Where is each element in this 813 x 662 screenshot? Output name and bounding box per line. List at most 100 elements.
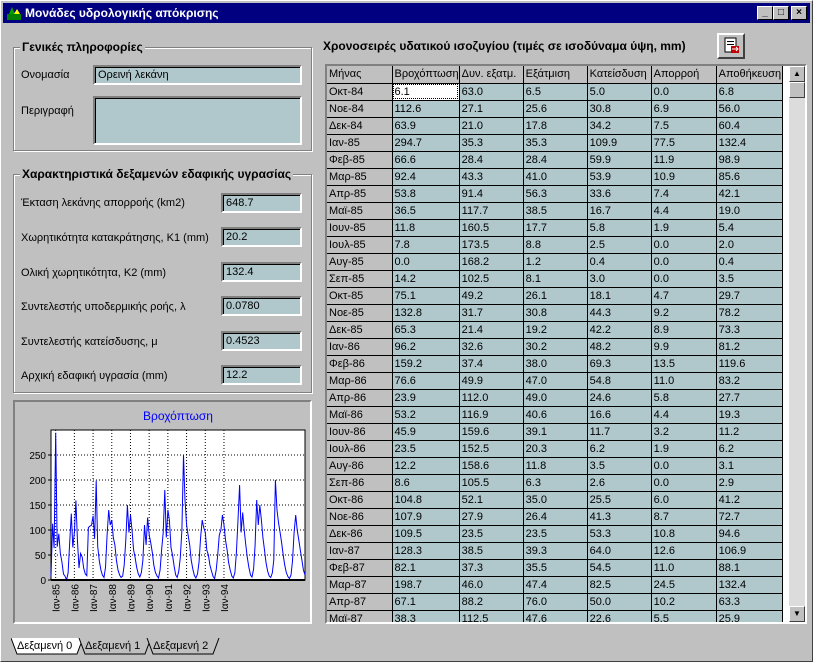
table-cell[interactable]: 91.4 <box>459 185 524 203</box>
table-row[interactable]: Νοε-86 107.9 27.9 26.4 41.3 8.7 72.7 <box>327 508 783 526</box>
table-cell[interactable]: 41.2 <box>716 491 783 509</box>
table-cell[interactable]: 83.2 <box>716 372 783 390</box>
table-row[interactable]: Σεπ-85 14.2 102.5 8.1 3.0 0.0 3.5 <box>327 270 783 288</box>
table-cell[interactable]: 112.6 <box>392 100 460 118</box>
col-header-evap[interactable]: Εξάτμιση <box>523 66 588 84</box>
table-cell[interactable]: 27.9 <box>459 508 524 526</box>
table-cell[interactable]: 45.9 <box>392 423 460 441</box>
row-header-cell[interactable]: Νοε-84 <box>327 100 393 118</box>
table-cell[interactable]: 38.3 <box>392 610 460 622</box>
row-header-cell[interactable]: Οκτ-86 <box>327 491 393 509</box>
table-cell[interactable]: 32.6 <box>459 338 524 356</box>
table-cell[interactable]: 43.3 <box>459 168 524 186</box>
table-row[interactable]: Φεβ-85 66.6 28.4 28.4 59.9 11.9 98.9 <box>327 151 783 169</box>
table-cell[interactable]: 26.1 <box>523 287 588 305</box>
table-cell[interactable]: 37.3 <box>459 559 524 577</box>
table-cell[interactable]: 35.3 <box>523 134 588 152</box>
table-cell[interactable]: 26.4 <box>523 508 588 526</box>
table-cell[interactable]: 66.6 <box>392 151 460 169</box>
table-cell[interactable]: 0.0 <box>651 474 717 492</box>
table-cell[interactable]: 132.4 <box>716 576 783 594</box>
row-header-cell[interactable]: Ιουν-85 <box>327 219 393 237</box>
table-cell[interactable]: 35.5 <box>523 559 588 577</box>
row-header-cell[interactable]: Νοε-86 <box>327 508 393 526</box>
table-cell[interactable]: 3.2 <box>651 423 717 441</box>
table-cell[interactable]: 36.5 <box>392 202 460 220</box>
table-cell[interactable]: 30.2 <box>523 338 588 356</box>
table-cell[interactable]: 47.4 <box>523 576 588 594</box>
table-cell[interactable]: 76.6 <box>392 372 460 390</box>
table-cell[interactable]: 2.9 <box>716 474 783 492</box>
table-cell[interactable]: 102.5 <box>459 270 524 288</box>
table-cell[interactable]: 198.7 <box>392 576 460 594</box>
table-row[interactable]: Απρ-87 67.1 88.2 76.0 50.0 10.2 63.3 <box>327 593 783 611</box>
table-cell[interactable]: 3.5 <box>716 270 783 288</box>
table-cell[interactable]: 94.6 <box>716 525 783 543</box>
param-field-k1[interactable]: 20.2 <box>221 227 302 247</box>
table-cell[interactable]: 56.0 <box>716 100 783 118</box>
table-cell[interactable]: 35.0 <box>523 491 588 509</box>
table-cell[interactable]: 37.4 <box>459 355 524 373</box>
table-row[interactable]: Μαρ-85 92.4 43.3 41.0 53.9 10.9 85.6 <box>327 168 783 186</box>
table-cell[interactable]: 6.2 <box>587 440 652 458</box>
table-row[interactable]: Ιαν-85 294.7 35.3 35.3 109.9 77.5 132.4 <box>327 134 783 152</box>
table-cell[interactable]: 41.0 <box>523 168 588 186</box>
table-row[interactable]: Φεβ-86 159.2 37.4 38.0 69.3 13.5 119.6 <box>327 355 783 373</box>
table-cell[interactable]: 38.0 <box>523 355 588 373</box>
maximize-button[interactable]: □ <box>773 6 789 20</box>
table-cell[interactable]: 11.2 <box>716 423 783 441</box>
table-cell[interactable]: 18.1 <box>587 287 652 305</box>
table-row[interactable]: Μαρ-86 76.6 49.9 47.0 54.8 11.0 83.2 <box>327 372 783 390</box>
table-cell[interactable]: 17.7 <box>523 219 588 237</box>
table-cell[interactable]: 19.0 <box>716 202 783 220</box>
table-row[interactable]: Ιαν-86 96.2 32.6 30.2 48.2 9.9 81.2 <box>327 338 783 356</box>
param-field-initial-moisture[interactable]: 12.2 <box>221 365 302 385</box>
table-cell[interactable]: 39.3 <box>523 542 588 560</box>
table-cell[interactable]: 10.9 <box>651 168 717 186</box>
row-header-cell[interactable]: Ιαν-86 <box>327 338 393 356</box>
table-cell[interactable]: 82.5 <box>587 576 652 594</box>
table-cell[interactable]: 6.9 <box>651 100 717 118</box>
row-header-cell[interactable]: Δεκ-86 <box>327 525 393 543</box>
row-header-cell[interactable]: Αυγ-85 <box>327 253 393 271</box>
table-cell[interactable]: 4.4 <box>651 406 717 424</box>
row-header-cell[interactable]: Μαϊ-86 <box>327 406 393 424</box>
table-cell[interactable]: 8.6 <box>392 474 460 492</box>
table-cell[interactable]: 119.6 <box>716 355 783 373</box>
table-row[interactable]: Μαϊ-86 53.2 116.9 40.6 16.6 4.4 19.3 <box>327 406 783 424</box>
table-cell[interactable]: 28.4 <box>459 151 524 169</box>
scroll-thumb[interactable] <box>789 82 805 98</box>
table-cell[interactable]: 152.5 <box>459 440 524 458</box>
table-row[interactable]: Οκτ-85 75.1 49.2 26.1 18.1 4.7 29.7 <box>327 287 783 305</box>
table-cell[interactable]: 158.6 <box>459 457 524 475</box>
table-cell[interactable]: 23.5 <box>523 525 588 543</box>
table-row[interactable]: Ιουλ-86 23.5 152.5 20.3 6.2 1.9 6.2 <box>327 440 783 458</box>
table-cell[interactable]: 1.9 <box>651 440 717 458</box>
table-cell[interactable]: 16.6 <box>587 406 652 424</box>
table-cell[interactable]: 88.1 <box>716 559 783 577</box>
table-row[interactable]: Δεκ-84 63.9 21.0 17.8 34.2 7.5 60.4 <box>327 117 783 135</box>
table-cell[interactable]: 6.5 <box>523 83 588 101</box>
table-row[interactable]: Αυγ-86 12.2 158.6 11.8 3.5 0.0 3.1 <box>327 457 783 475</box>
table-cell[interactable]: 128.3 <box>392 542 460 560</box>
table-cell[interactable]: 46.0 <box>459 576 524 594</box>
table-cell[interactable]: 160.5 <box>459 219 524 237</box>
table-cell[interactable]: 23.5 <box>392 440 460 458</box>
table-cell[interactable]: 5.5 <box>651 610 717 622</box>
table-cell[interactable]: 53.9 <box>587 168 652 186</box>
table-cell[interactable]: 59.9 <box>587 151 652 169</box>
table-cell[interactable]: 67.1 <box>392 593 460 611</box>
table-cell[interactable]: 19.3 <box>716 406 783 424</box>
table-cell[interactable]: 98.9 <box>716 151 783 169</box>
table-cell[interactable]: 109.5 <box>392 525 460 543</box>
table-cell[interactable]: 0.4 <box>716 253 783 271</box>
close-button[interactable]: × <box>791 6 807 20</box>
table-cell[interactable]: 53.8 <box>392 185 460 203</box>
name-field[interactable]: Ορεινή λεκάνη <box>93 65 302 85</box>
table-cell[interactable]: 21.0 <box>459 117 524 135</box>
tab-reservoir-0[interactable]: Δεξαμενή 0 <box>17 638 72 655</box>
param-field-k2[interactable]: 132.4 <box>221 262 302 282</box>
row-header-cell[interactable]: Φεβ-86 <box>327 355 393 373</box>
table-cell[interactable]: 76.0 <box>523 593 588 611</box>
table-cell[interactable]: 28.4 <box>523 151 588 169</box>
